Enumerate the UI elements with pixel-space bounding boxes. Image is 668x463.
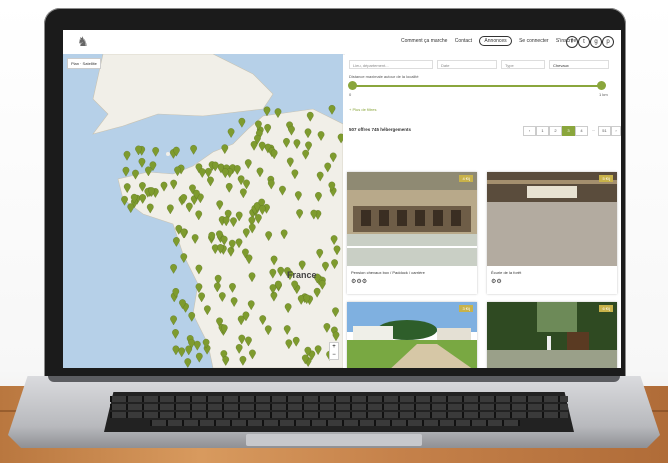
type-input[interactable]: Type (501, 60, 545, 69)
listing-title[interactable]: Écurie de la forêt (491, 270, 521, 275)
map-marker-pin[interactable] (193, 340, 201, 351)
key-row (110, 412, 568, 418)
map-marker-pin[interactable] (188, 312, 196, 322)
map-marker-pin[interactable] (172, 345, 180, 356)
stable-photo (347, 172, 477, 266)
pinterest-icon[interactable]: p (602, 36, 614, 48)
laptop-hinge (48, 376, 620, 382)
trackpad (246, 434, 422, 446)
date-input[interactable]: Date (437, 60, 497, 69)
map-marker-pin[interactable] (172, 329, 179, 339)
listing-card[interactable]: 3 €/j (347, 302, 477, 368)
map-marker-pin[interactable] (121, 195, 128, 206)
key-row (110, 404, 568, 410)
key-row (150, 420, 520, 426)
map-marker-pin[interactable] (127, 203, 135, 214)
farm-photo (347, 302, 477, 368)
map-marker-pin[interactable] (123, 151, 131, 161)
map-marker-pin[interactable] (170, 264, 177, 274)
amenity-icons: ⚙⚙ (491, 279, 502, 285)
listing-card[interactable]: 4 €/j Pension chevaux box / Paddock / ca… (347, 172, 477, 294)
zoom-out-button[interactable]: − (330, 351, 338, 359)
slider-min-value: 0 (349, 92, 352, 97)
listing-title[interactable]: Pension chevaux box / Paddock / carrière (351, 270, 425, 275)
map-marker-pin[interactable] (180, 253, 188, 263)
pager-page[interactable]: 2 (549, 126, 562, 136)
key-row (110, 396, 568, 402)
distance-label: Distance maximale autour de la localité (349, 74, 419, 79)
amenity-icons: ⚙⚙⚙ (351, 279, 368, 285)
main-nav: Comment ça marche Contact Annonces Se co… (401, 36, 582, 46)
map-marker-pin[interactable] (122, 166, 130, 177)
google-plus-icon[interactable]: g (590, 36, 602, 48)
map-marker-pin[interactable] (227, 128, 235, 138)
results-panel: Lieu, département... Date Type Chevaux D… (345, 54, 621, 368)
horse-logo-icon[interactable]: ♞ (77, 34, 99, 50)
map-marker-pin[interactable] (184, 358, 192, 368)
map-marker-pin[interactable] (238, 117, 246, 128)
country-label: France (287, 270, 317, 280)
slider-max-value: 1 km (599, 92, 608, 97)
pager-prev[interactable]: ‹ (523, 126, 536, 136)
price-badge: 6 €/j (599, 305, 613, 312)
location-input[interactable]: Lieu, département... (349, 60, 433, 69)
map-type-toggle[interactable]: Plan · Satellite (67, 58, 101, 69)
pager-next[interactable]: › (611, 126, 621, 136)
zoom-control[interactable]: + − (329, 342, 339, 360)
map-marker-pin[interactable] (190, 145, 197, 155)
arena-photo (487, 172, 617, 266)
price-badge: 3 €/j (459, 305, 473, 312)
map-land (92, 54, 343, 368)
map-marker-pin[interactable] (170, 315, 177, 326)
distance-slider-track[interactable] (351, 85, 601, 87)
slider-max-handle[interactable] (597, 81, 606, 90)
map-marker-pin[interactable] (173, 237, 180, 247)
map-marker-pin[interactable] (138, 158, 146, 168)
nav-how-it-works[interactable]: Comment ça marche (401, 38, 447, 44)
map-marker-pin[interactable] (178, 347, 186, 358)
twitter-icon[interactable]: t (578, 36, 590, 48)
price-badge: 4 €/j (459, 175, 473, 182)
map-marker-pin[interactable] (152, 147, 160, 157)
nav-contact[interactable]: Contact (455, 38, 472, 44)
site-header: ♞ Comment ça marche Contact Annonces Se … (63, 30, 621, 55)
more-filters-link[interactable]: + Plus de filtres (349, 107, 376, 112)
listing-card[interactable]: 5 €/j Écurie de la forêt ⚙⚙ (487, 172, 617, 294)
results-count: 507 offres 745 hébergements (349, 127, 412, 132)
laptop-screen: ♞ Comment ça marche Contact Annonces Se … (63, 30, 621, 368)
horse-riding-photo (487, 302, 617, 368)
map-view[interactable]: Plan · Satellite France + − (63, 54, 343, 368)
price-badge: 5 €/j (599, 175, 613, 182)
pager-page[interactable]: 1 (536, 126, 549, 136)
map-marker-pin[interactable] (328, 105, 336, 115)
listing-card[interactable]: 6 €/j (487, 302, 617, 368)
nav-login[interactable]: Se connecter (519, 38, 548, 44)
pager-page[interactable]: 4 (575, 126, 588, 136)
nav-listings[interactable]: Annonces (479, 36, 512, 46)
zoom-in-button[interactable]: + (330, 343, 338, 351)
facebook-icon[interactable]: f (566, 36, 578, 48)
map-marker-pin[interactable] (195, 352, 203, 363)
map-marker-pin[interactable] (263, 106, 271, 117)
pager-page[interactable]: 51 (598, 126, 611, 136)
pager-page-current[interactable]: 3 (562, 126, 575, 136)
slider-min-handle[interactable] (348, 81, 357, 90)
category-select[interactable]: Chevaux (549, 60, 609, 69)
